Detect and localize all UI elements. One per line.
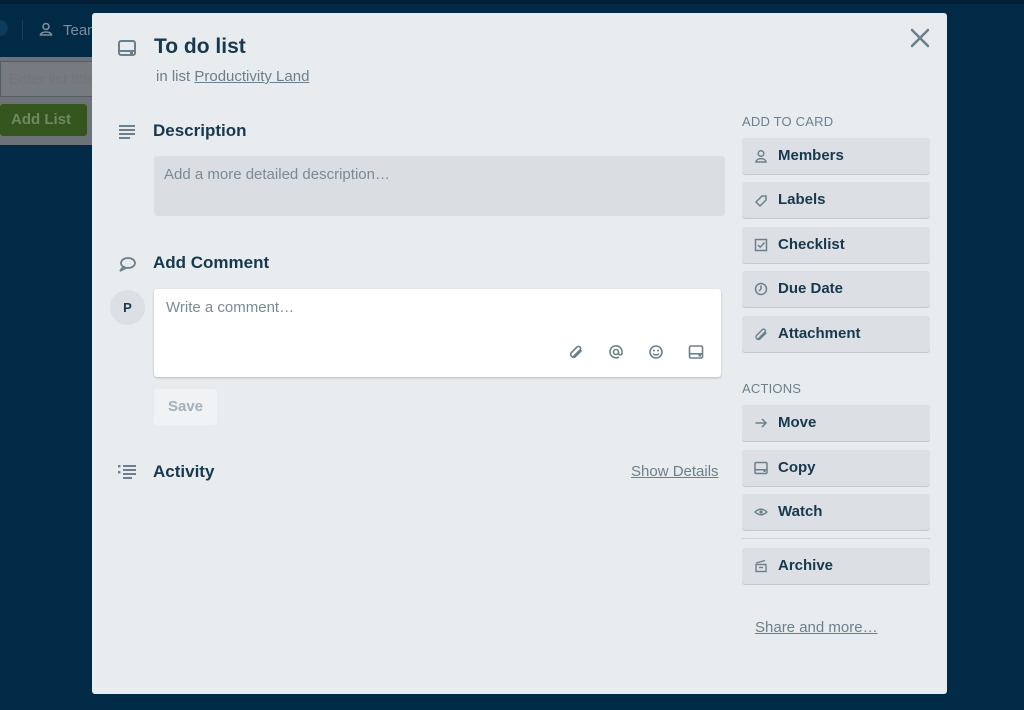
attachment-button[interactable]: Attachment	[742, 316, 930, 352]
card-title[interactable]: To do list	[154, 35, 246, 59]
description-field[interactable]: Add a more detailed description…	[154, 156, 725, 216]
close-icon[interactable]	[909, 27, 931, 49]
archive-icon	[755, 559, 767, 573]
save-comment-button[interactable]: Save	[154, 389, 217, 425]
description-heading: Description	[153, 121, 247, 140]
archive-button[interactable]: Archive	[742, 548, 930, 584]
emoji-icon[interactable]	[648, 344, 664, 360]
card-icon	[754, 461, 768, 475]
attachment-label: Attachment	[778, 325, 861, 342]
activity-heading: Activity	[153, 462, 215, 481]
attachment-icon	[755, 328, 767, 341]
description-icon	[119, 125, 135, 139]
card-detail-modal: To do list in list Productivity Land Des…	[92, 13, 947, 694]
list-title-input[interactable]	[0, 61, 100, 97]
actions-divider	[742, 538, 930, 539]
activity-icon	[118, 465, 136, 479]
watch-button[interactable]: Watch	[742, 494, 930, 530]
checklist-button[interactable]: Checklist	[742, 227, 930, 263]
move-label: Move	[778, 414, 817, 431]
actions-label: ACTIONS	[742, 381, 802, 396]
copy-button[interactable]: Copy	[742, 450, 930, 486]
card-list-info: in list Productivity Land	[156, 68, 309, 85]
member-icon	[755, 149, 767, 163]
move-button[interactable]: Move	[742, 405, 930, 441]
add-list-button[interactable]: Add List	[0, 104, 87, 136]
labels-label: Labels	[778, 191, 826, 208]
list-link[interactable]: Productivity Land	[194, 68, 309, 85]
add-comment-heading: Add Comment	[153, 253, 270, 272]
checklist-label: Checklist	[778, 236, 845, 253]
labels-button[interactable]: Labels	[742, 182, 930, 218]
add-to-card-label: ADD TO CARD	[742, 114, 834, 129]
show-details-link[interactable]: Show Details	[631, 463, 719, 480]
card-icon	[118, 40, 136, 56]
board-top-bar	[0, 0, 1024, 4]
attachment-icon[interactable]	[568, 344, 584, 360]
in-list-prefix: in list	[156, 68, 191, 85]
due-date-label: Due Date	[778, 280, 844, 297]
team-icon	[39, 22, 53, 36]
eye-icon	[754, 508, 768, 516]
members-button[interactable]: Members	[742, 138, 930, 174]
due-date-button[interactable]: Due Date	[742, 271, 930, 307]
archive-label: Archive	[778, 557, 834, 574]
copy-label: Copy	[778, 459, 816, 476]
clock-icon	[754, 282, 768, 296]
watch-label: Watch	[778, 503, 823, 520]
header-divider	[22, 20, 23, 40]
comment-icon	[119, 257, 136, 272]
card-icon[interactable]	[688, 344, 704, 360]
label-icon	[755, 195, 767, 207]
comment-input[interactable]	[166, 299, 706, 339]
add-list-form: Add List	[0, 57, 100, 145]
mention-icon[interactable]	[608, 344, 624, 360]
checklist-icon	[754, 238, 768, 252]
share-and-more-link[interactable]: Share and more…	[755, 619, 878, 636]
board-header: Team	[0, 12, 100, 50]
members-label: Members	[778, 147, 844, 164]
comment-box	[154, 289, 721, 377]
arrow-right-icon	[755, 418, 768, 428]
board-header-button[interactable]	[0, 20, 8, 36]
avatar[interactable]: P	[110, 290, 145, 325]
